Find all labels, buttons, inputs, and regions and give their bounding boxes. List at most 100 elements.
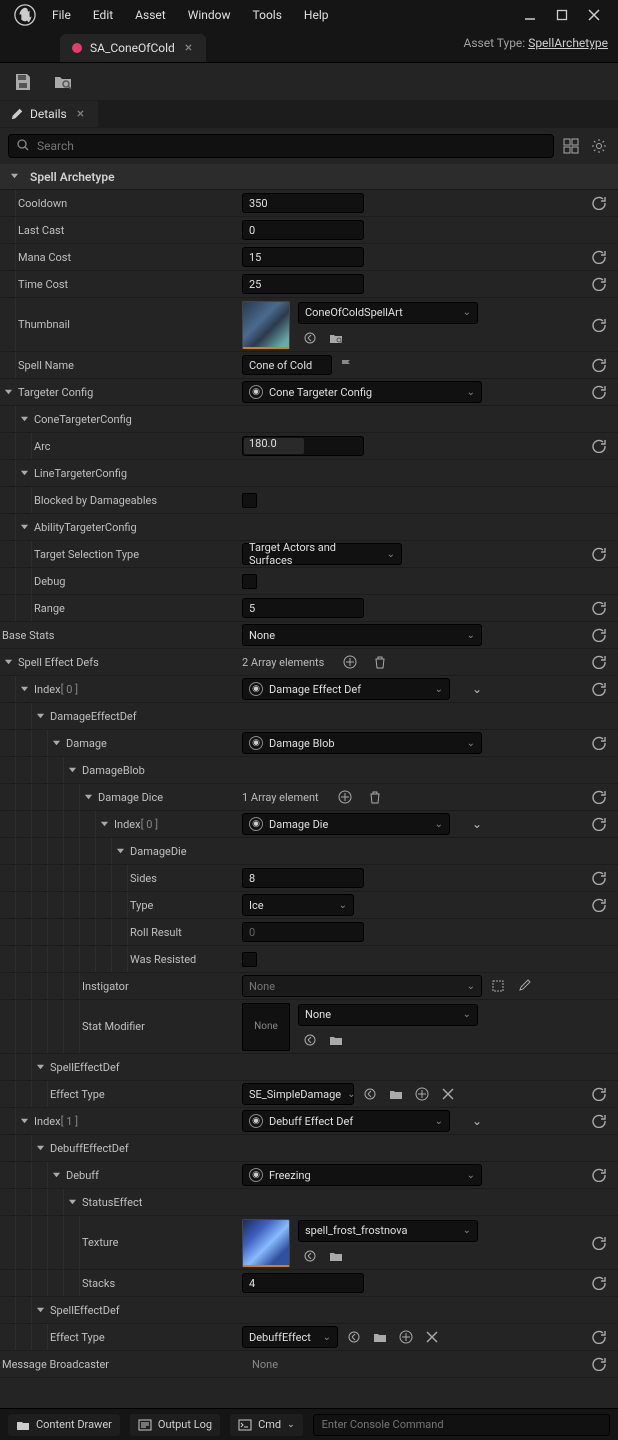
reset-button[interactable] xyxy=(588,354,610,376)
reset-button[interactable] xyxy=(588,543,610,565)
expander-icon[interactable] xyxy=(98,818,110,830)
dice-index0-dropdown[interactable]: ◉Damage Die⌄ xyxy=(242,813,450,835)
reset-button[interactable] xyxy=(588,1272,610,1294)
reset-button[interactable] xyxy=(588,273,610,295)
search-input[interactable] xyxy=(37,139,545,153)
array-add-button[interactable] xyxy=(335,787,355,807)
array-add-button[interactable] xyxy=(340,652,360,672)
expander-icon[interactable] xyxy=(66,1196,78,1208)
array-clear-button[interactable] xyxy=(365,787,385,807)
thumbnail-preview[interactable] xyxy=(242,301,290,349)
was-resisted-checkbox[interactable] xyxy=(242,952,257,967)
browse-to-asset-button[interactable] xyxy=(370,1327,390,1347)
index0-dropdown[interactable]: ◉Damage Effect Def⌄ xyxy=(242,678,450,700)
console-command-input[interactable] xyxy=(313,1414,610,1436)
type-dropdown[interactable]: Ice⌄ xyxy=(242,894,354,916)
use-selected-button[interactable] xyxy=(300,1246,320,1266)
clear-button[interactable] xyxy=(422,1327,442,1347)
target-selection-dropdown[interactable]: Target Actors and Surfaces⌄ xyxy=(242,543,402,565)
asset-tab[interactable]: SA_ConeOfCold × xyxy=(60,34,206,62)
element-menu-button[interactable]: ⌄ xyxy=(472,682,482,696)
window-maximize-button[interactable] xyxy=(552,5,572,25)
sides-input[interactable] xyxy=(242,868,364,888)
expander-icon[interactable] xyxy=(82,791,94,803)
category-spell-archetype[interactable]: Spell Archetype xyxy=(0,164,618,190)
add-button[interactable] xyxy=(412,1084,432,1104)
expander-icon[interactable] xyxy=(34,1142,46,1154)
window-close-button[interactable] xyxy=(584,5,604,25)
save-button[interactable] xyxy=(8,67,38,97)
last-cast-input[interactable] xyxy=(242,220,364,240)
use-selected-button[interactable] xyxy=(360,1084,380,1104)
reset-button[interactable] xyxy=(588,813,610,835)
window-minimize-button[interactable] xyxy=(520,5,540,25)
menu-file[interactable]: File xyxy=(42,2,81,28)
expander-icon[interactable] xyxy=(18,521,30,533)
menu-asset[interactable]: Asset xyxy=(125,2,176,28)
array-clear-button[interactable] xyxy=(370,652,390,672)
expander-icon[interactable] xyxy=(50,737,62,749)
element-menu-button[interactable]: ⌄ xyxy=(472,1114,482,1128)
reset-button[interactable] xyxy=(588,732,610,754)
reset-button[interactable] xyxy=(588,435,610,457)
spell-name-input[interactable] xyxy=(242,355,332,375)
reset-button[interactable] xyxy=(588,894,610,916)
expander-icon[interactable] xyxy=(18,413,30,425)
texture-dropdown[interactable]: spell_frost_frostnova⌄ xyxy=(298,1220,478,1242)
clear-button[interactable] xyxy=(438,1084,458,1104)
targeter-config-dropdown[interactable]: ◉Cone Targeter Config⌄ xyxy=(242,381,482,403)
expander-icon[interactable] xyxy=(34,1304,46,1316)
reset-button[interactable] xyxy=(588,867,610,889)
reset-button[interactable] xyxy=(588,1164,610,1186)
base-stats-dropdown[interactable]: None⌄ xyxy=(242,624,482,646)
content-drawer-button[interactable]: Content Drawer xyxy=(8,1414,120,1436)
expander-icon[interactable] xyxy=(18,1115,30,1127)
stat-modifier-thumb[interactable]: None xyxy=(242,1003,290,1051)
localization-flag-icon[interactable] xyxy=(338,357,354,373)
debuff-dropdown[interactable]: ◉Freezing⌄ xyxy=(242,1164,482,1186)
reset-button[interactable] xyxy=(588,1083,610,1105)
menu-help[interactable]: Help xyxy=(294,2,339,28)
debug-checkbox[interactable] xyxy=(242,574,257,589)
menu-tools[interactable]: Tools xyxy=(243,2,292,28)
browse-to-asset-button[interactable] xyxy=(326,1246,346,1266)
reset-button[interactable] xyxy=(588,314,610,336)
reset-button[interactable] xyxy=(588,651,610,673)
stat-modifier-dropdown[interactable]: None⌄ xyxy=(298,1004,478,1026)
reset-button[interactable] xyxy=(588,246,610,268)
expander-icon[interactable] xyxy=(18,683,30,695)
details-search-box[interactable] xyxy=(8,134,554,158)
effect-type2-dropdown[interactable]: DebuffEffect⌄ xyxy=(242,1326,338,1348)
expander-icon[interactable] xyxy=(34,710,46,722)
add-button[interactable] xyxy=(396,1327,416,1347)
menu-window[interactable]: Window xyxy=(178,2,241,28)
reset-button[interactable] xyxy=(588,678,610,700)
index1-dropdown[interactable]: ◉Debuff Effect Def⌄ xyxy=(242,1110,450,1132)
blocked-by-checkbox[interactable] xyxy=(242,493,257,508)
range-input[interactable] xyxy=(242,598,364,618)
reset-button[interactable] xyxy=(588,1353,610,1375)
eyedropper-button[interactable] xyxy=(514,976,534,996)
menu-edit[interactable]: Edit xyxy=(83,2,123,28)
use-selected-button[interactable] xyxy=(300,328,320,348)
use-selected-button[interactable] xyxy=(300,1030,320,1050)
expander-icon[interactable] xyxy=(50,1169,62,1181)
element-menu-button[interactable]: ⌄ xyxy=(472,817,482,831)
settings-button[interactable] xyxy=(588,135,610,157)
expander-icon[interactable] xyxy=(34,1061,46,1073)
expander-icon[interactable] xyxy=(114,845,126,857)
arc-input[interactable]: 180.0 xyxy=(242,436,364,456)
expander-icon[interactable] xyxy=(2,386,14,398)
cmd-button[interactable]: Cmd ⌄ xyxy=(230,1414,303,1436)
expander-icon[interactable] xyxy=(18,467,30,479)
reset-button[interactable] xyxy=(588,597,610,619)
asset-type-link[interactable]: SpellArchetype xyxy=(528,36,608,50)
browse-to-asset-button[interactable] xyxy=(326,1030,346,1050)
reset-button[interactable] xyxy=(588,786,610,808)
effect-type-dropdown[interactable]: SE_SimpleDamage⌄ xyxy=(242,1083,354,1105)
pick-actor-button[interactable] xyxy=(488,976,508,996)
tab-close-button[interactable]: × xyxy=(183,40,194,56)
reset-button[interactable] xyxy=(588,381,610,403)
reset-button[interactable] xyxy=(588,1110,610,1132)
time-cost-input[interactable] xyxy=(242,274,364,294)
